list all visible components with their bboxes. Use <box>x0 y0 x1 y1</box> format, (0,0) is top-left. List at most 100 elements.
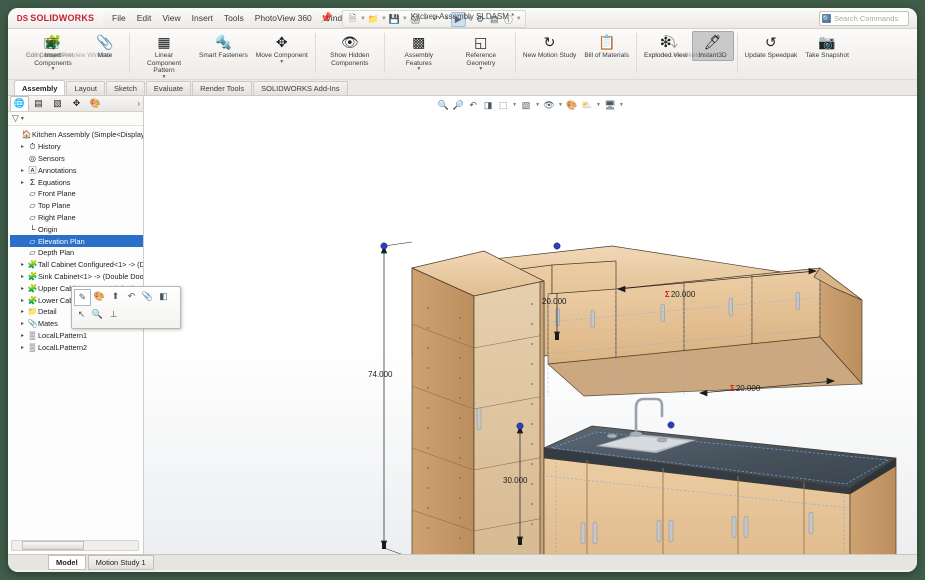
folder-icon: 📁 <box>27 307 38 317</box>
tree-filter-row[interactable]: ▽ ▾ <box>8 112 143 126</box>
expand-chevron-icon[interactable]: ▸ <box>18 273 27 280</box>
kitchen-assembly-3d-model[interactable] <box>144 96 917 554</box>
tree-item[interactable]: └ Origin <box>10 223 143 235</box>
dimxpert-manager-tab[interactable]: ✥ <box>67 96 86 111</box>
ribbon-divider <box>129 33 130 73</box>
tree-item[interactable]: ◎ Sensors <box>10 153 143 165</box>
chevron-down-icon[interactable]: ▼ <box>478 67 483 72</box>
tree-item[interactable]: ▸ 🧩 Sink Cabinet<1> -> (Double Door< <box>10 271 143 283</box>
explode-line-sketch-button[interactable]: ⤵ Explode Line Sketch <box>640 31 704 61</box>
expand-chevron-icon[interactable]: ▸ <box>18 167 27 174</box>
filter-caret-icon[interactable]: ▾ <box>21 115 24 122</box>
tree-item-label: Annotations <box>38 165 77 175</box>
tree-item[interactable]: ▸ Σ Equations <box>10 176 143 188</box>
tab-sketch[interactable]: Sketch <box>105 81 145 95</box>
plane-icon: ▱ <box>29 212 36 222</box>
component-icon: 🧩 <box>27 295 38 305</box>
assembly-features-button[interactable]: ▩ Assembly Features ▼ <box>388 31 450 73</box>
take-snapshot-button[interactable]: 📷 Take Snapshot <box>801 31 853 61</box>
expand-chevron-icon[interactable]: ▸ <box>18 332 27 339</box>
dimension-value: 20.000 <box>735 384 761 393</box>
tree-item[interactable]: ▱ Depth Plan <box>10 247 143 259</box>
sensors-icon: ◎ <box>29 153 36 163</box>
move-component-button[interactable]: ✥ Move Component ▼ <box>252 31 312 66</box>
smart-fasteners-button[interactable]: 🔩 Smart Fasteners <box>195 31 252 61</box>
tree-item[interactable]: ▸ 🧩 Tall Cabinet Configured<1> -> (Do <box>10 259 143 271</box>
component-icon: 🧩 <box>27 260 38 270</box>
expand-chevron-icon[interactable]: ▸ <box>18 179 27 186</box>
graphics-area[interactable]: 🔍 🔎 ↶ ◨ ⬚ ▼ ▧ ▼ 👁 ▼ 🎨 ⛅ ▼ 🖥 ▼ 20.000 Σ20… <box>144 96 917 554</box>
expand-chevron-icon[interactable]: ▸ <box>18 320 27 327</box>
tree-horizontal-scrollbar[interactable] <box>11 540 139 551</box>
more-tabs-chevron-icon[interactable]: › <box>137 99 140 108</box>
expand-chevron-icon[interactable]: ▸ <box>18 297 27 304</box>
tree-item[interactable]: ▱ Elevation Plan <box>10 235 143 247</box>
tree-item[interactable]: ▱ Top Plane <box>10 200 143 212</box>
tree-item[interactable]: ▸ ▒ LocalLPattern2 <box>10 341 143 353</box>
configuration-manager-tab[interactable]: ▧ <box>48 96 67 111</box>
new-motion-study-label: New Motion Study <box>522 52 577 59</box>
expand-chevron-icon[interactable]: ▸ <box>18 308 27 315</box>
reference-geometry-button[interactable]: ◱ Reference Geometry ▼ <box>450 31 512 73</box>
tree-item[interactable]: ▸ ▒ LocalLPattern1 <box>10 330 143 342</box>
tree-item[interactable]: ▸ 🄰 Annotations <box>10 164 143 176</box>
bill-of-materials-button[interactable]: 📋 Bill of Materials <box>580 31 633 61</box>
ribbon-divider <box>736 33 738 73</box>
linear-component-pattern-button[interactable]: ▦ Linear Component Pattern ▼ <box>133 31 195 81</box>
feature-manager-panel: 🌐 ▤ ▧ ✥ 🎨 › ▽ ▾ 🏠 Kitchen Assembly (Simpl… <box>8 96 181 554</box>
section-view-icon[interactable]: ◧ <box>156 289 171 304</box>
normal-to-icon[interactable]: ⬆ <box>108 289 123 304</box>
tab-layout[interactable]: Layout <box>66 81 105 95</box>
ribbon-group-motion: ↻ New Motion Study 📋 Bill of Materials <box>519 31 633 76</box>
dimension-label-74[interactable]: 74.000 <box>368 370 392 379</box>
display-manager-tab[interactable]: 🎨 <box>86 96 105 111</box>
tree-item[interactable]: 🏠Kitchen Assembly (Simple<Display Stat <box>10 129 143 141</box>
appearance-icon[interactable]: 🎨 <box>92 289 107 304</box>
chevron-down-icon[interactable]: ▼ <box>416 67 421 72</box>
bottom-tab-motion-study[interactable]: Motion Study 1 <box>87 555 154 570</box>
ribbon-divider <box>514 33 516 73</box>
bill-of-materials-icon: 📋 <box>597 34 616 50</box>
insert-plane-icon[interactable]: ⊥ <box>106 307 121 322</box>
feature-manager-tab[interactable]: 🌐 <box>10 96 29 111</box>
tree-item[interactable]: ▸ ⏱ History <box>10 141 143 153</box>
dimension-label-20-upper[interactable]: 20.000 <box>542 297 566 306</box>
expand-chevron-icon[interactable]: ▸ <box>18 143 27 150</box>
search-commands-box[interactable]: 🔍 Search Commands <box>819 11 909 26</box>
chevron-down-icon[interactable]: ▼ <box>51 67 56 72</box>
bill-of-materials-label: Bill of Materials <box>584 52 630 59</box>
scrollbar-thumb[interactable] <box>22 541 84 550</box>
tab-solidworks-addins[interactable]: SOLIDWORKS Add-Ins <box>253 81 348 95</box>
tab-assembly[interactable]: Assembly <box>14 80 66 95</box>
expand-chevron-icon[interactable]: ▸ <box>18 285 27 292</box>
tab-evaluate[interactable]: Evaluate <box>145 81 192 95</box>
ribbon-divider <box>383 33 385 73</box>
hide-icon[interactable]: 📎 <box>140 289 155 304</box>
assembly-features-label: Assembly Features <box>404 52 434 67</box>
zoom-to-selection-icon[interactable]: 🔍 <box>90 307 105 322</box>
show-hidden-components-button[interactable]: 👁 Show Hidden Components <box>319 31 381 68</box>
mate-icon: 📎 <box>96 34 114 50</box>
update-speedpak-button[interactable]: ↺ Update Speedpak <box>741 31 802 61</box>
update-speedpak-label: Update Speedpak <box>744 52 798 59</box>
property-manager-tab[interactable]: ▤ <box>29 96 48 111</box>
dimension-label-30[interactable]: 30.000 <box>503 476 527 485</box>
explode-line-sketch-icon: ⤵ <box>664 34 679 50</box>
bottom-tab-model[interactable]: Model <box>48 555 86 570</box>
dimension-label-20-mid-right[interactable]: Σ20.000 <box>730 384 760 393</box>
measure-icon[interactable]: ↖ <box>74 307 89 322</box>
expand-chevron-icon[interactable]: ▸ <box>18 344 27 351</box>
ribbon-group-features: ▩ Assembly Features ▼ ◱ Reference Geomet… <box>388 31 512 76</box>
component-preview-button[interactable]: ▣ Component Preview Window <box>22 31 111 61</box>
context-toolbar: ✎ 🎨 ⬆ ↶ 📎 ◧ ↖ 🔍 ⊥ <box>71 286 181 329</box>
chevron-down-icon[interactable]: ▼ <box>279 59 284 65</box>
tree-item[interactable]: ▱ Right Plane <box>10 212 143 224</box>
expand-chevron-icon[interactable]: ▸ <box>18 261 27 268</box>
new-motion-study-button[interactable]: ↻ New Motion Study <box>519 31 581 61</box>
rotate-view-icon[interactable]: ↶ <box>124 289 139 304</box>
tree-item-label: Right Plane <box>38 212 76 222</box>
tab-render-tools[interactable]: Render Tools <box>192 81 253 95</box>
dimension-label-20-top-right[interactable]: Σ20.000 <box>665 290 695 299</box>
edit-sketch-icon[interactable]: ✎ <box>74 289 91 306</box>
tree-item[interactable]: ▱ Front Plane <box>10 188 143 200</box>
